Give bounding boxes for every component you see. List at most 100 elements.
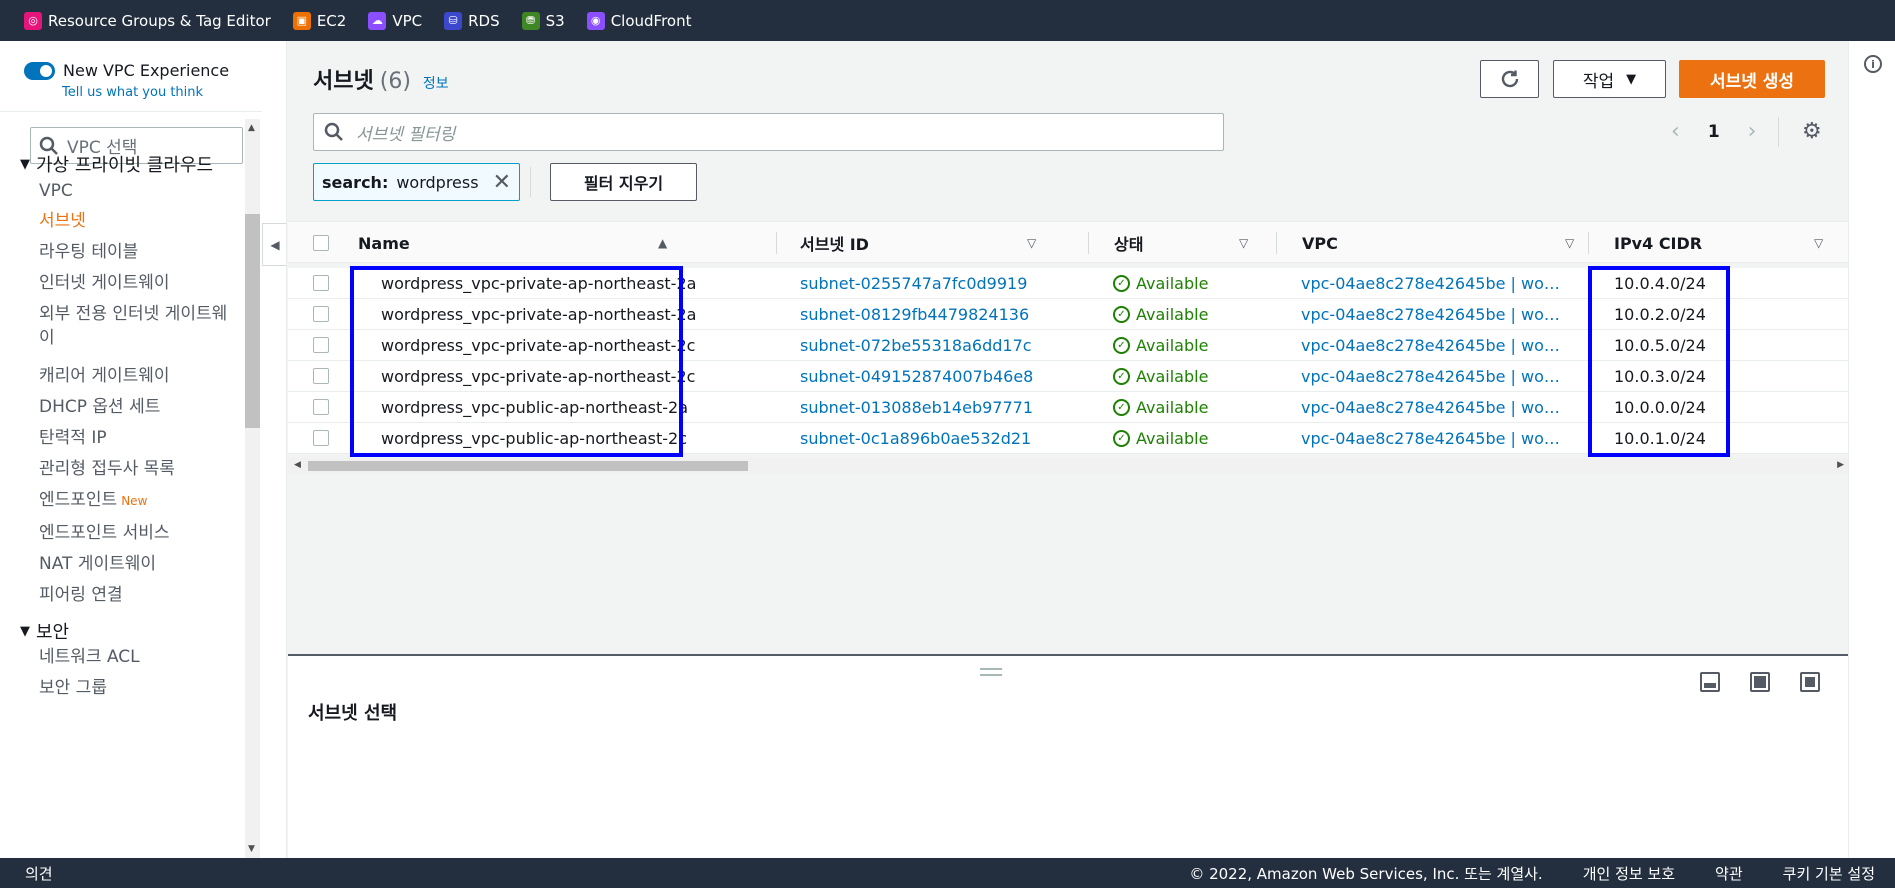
cell-subnet-id-link[interactable]: subnet-0c1a896b0ae532d21 bbox=[800, 423, 1031, 454]
row-checkbox[interactable] bbox=[313, 337, 329, 353]
clear-filters-button[interactable]: 필터 지우기 bbox=[550, 163, 697, 201]
check-circle-icon: ✓ bbox=[1113, 337, 1130, 354]
favorite-resource-groups[interactable]: ◎ Resource Groups & Tag Editor bbox=[24, 11, 271, 30]
create-subnet-button[interactable]: 서브넷 생성 bbox=[1679, 60, 1825, 98]
scrollbar-thumb[interactable] bbox=[245, 214, 260, 428]
info-icon[interactable]: i bbox=[1864, 55, 1882, 73]
row-checkbox[interactable] bbox=[313, 306, 329, 322]
cell-vpc-link[interactable]: vpc-04ae8c278e42645be | wo… bbox=[1301, 299, 1573, 330]
sidebar-item-elastic-ip[interactable]: 탄력적 IP bbox=[39, 426, 239, 450]
cell-status: ✓ Available bbox=[1113, 361, 1208, 392]
filter-token: search: wordpress ✕ bbox=[313, 163, 521, 201]
favorite-rds[interactable]: ⛁ RDS bbox=[444, 11, 500, 30]
table-horizontal-scrollbar[interactable]: ◀ ▶ bbox=[288, 458, 1848, 474]
caret-down-icon: ▼ bbox=[20, 623, 30, 639]
cell-subnet-id-link[interactable]: subnet-049152874007b46e8 bbox=[800, 361, 1033, 392]
sidebar-item-endpoints[interactable]: 엔드포인트 New bbox=[39, 488, 239, 513]
new-vpc-experience-toggle[interactable] bbox=[24, 61, 55, 80]
feedback-link[interactable]: 의견 bbox=[25, 863, 53, 884]
cell-subnet-id-link[interactable]: subnet-0255747a7fc0d9919 bbox=[800, 268, 1027, 299]
cell-vpc-link[interactable]: vpc-04ae8c278e42645be | wo… bbox=[1301, 392, 1573, 423]
cell-subnet-id-link[interactable]: subnet-072be55318a6dd17c bbox=[800, 330, 1032, 361]
section-security-header[interactable]: ▼ 보안 bbox=[20, 618, 69, 644]
scroll-up-icon[interactable]: ▲ bbox=[248, 123, 255, 133]
collapse-sidebar-button[interactable]: ◀ bbox=[262, 223, 286, 266]
column-label: VPC bbox=[1302, 233, 1338, 253]
select-all-checkbox[interactable] bbox=[313, 235, 329, 251]
favorite-label: Resource Groups & Tag Editor bbox=[48, 11, 271, 30]
sidebar-item-route-tables[interactable]: 라우팅 테이블 bbox=[39, 240, 239, 264]
cell-vpc-link[interactable]: vpc-04ae8c278e42645be | wo… bbox=[1301, 330, 1573, 361]
feedback-link[interactable]: Tell us what you think bbox=[62, 85, 203, 100]
column-header-subnet-id[interactable]: 서브넷 ID ▽ bbox=[800, 222, 1080, 264]
resize-handle[interactable] bbox=[980, 668, 1002, 676]
terms-link[interactable]: 약관 bbox=[1715, 863, 1743, 884]
sidebar-item-dhcp-options[interactable]: DHCP 옵션 세트 bbox=[39, 395, 239, 419]
scrollbar-thumb[interactable] bbox=[308, 461, 748, 471]
title-text: 서브넷 bbox=[313, 69, 374, 94]
caret-left-icon: ◀ bbox=[270, 237, 280, 252]
column-header-ipv4-cidr[interactable]: IPv4 CIDR ▽ bbox=[1614, 222, 1844, 264]
scroll-down-icon[interactable]: ▼ bbox=[248, 844, 255, 854]
cell-status: ✓ Available bbox=[1113, 268, 1208, 299]
cell-vpc-link[interactable]: vpc-04ae8c278e42645be | wo… bbox=[1301, 268, 1573, 299]
refresh-button[interactable] bbox=[1480, 60, 1539, 98]
sidebar-item-security-groups[interactable]: 보안 그룹 bbox=[39, 676, 239, 700]
current-page[interactable]: 1 bbox=[1708, 122, 1720, 142]
cell-vpc-link[interactable]: vpc-04ae8c278e42645be | wo… bbox=[1301, 361, 1573, 392]
sidebar-item-prefix-lists[interactable]: 관리형 접두사 목록 bbox=[39, 457, 239, 481]
sidebar-item-network-acl[interactable]: 네트워크 ACL bbox=[39, 645, 239, 669]
full-panel-layout-icon[interactable] bbox=[1800, 672, 1820, 692]
favorite-ec2[interactable]: ▣ EC2 bbox=[292, 11, 346, 30]
toggle-label: New VPC Experience bbox=[63, 61, 230, 80]
info-link[interactable]: 정보 bbox=[423, 73, 449, 93]
bottom-panel-layout-icon[interactable] bbox=[1700, 672, 1720, 692]
sidebar: New VPC Experience Tell us what you thin… bbox=[0, 41, 287, 858]
sidebar-item-nat-gateways[interactable]: NAT 게이트웨이 bbox=[39, 552, 239, 576]
actions-dropdown[interactable]: 작업 ▼ bbox=[1553, 60, 1666, 98]
column-header-vpc[interactable]: VPC ▽ bbox=[1302, 222, 1602, 264]
check-circle-icon: ✓ bbox=[1113, 430, 1130, 447]
side-panel-layout-icon[interactable] bbox=[1750, 672, 1770, 692]
sidebar-scrollbar[interactable]: ▲ ▼ bbox=[245, 119, 260, 858]
cell-status: ✓ Available bbox=[1113, 392, 1208, 423]
privacy-link[interactable]: 개인 정보 보호 bbox=[1583, 863, 1675, 884]
previous-page-icon[interactable]: ‹ bbox=[1671, 119, 1680, 144]
cell-vpc-link[interactable]: vpc-04ae8c278e42645be | wo… bbox=[1301, 423, 1573, 454]
cell-subnet-id-link[interactable]: subnet-013088eb14eb97771 bbox=[800, 392, 1033, 423]
column-header-status[interactable]: 상태 ▽ bbox=[1114, 222, 1274, 264]
filter-placeholder: 서브넷 필터링 bbox=[356, 124, 456, 145]
divider bbox=[530, 167, 531, 197]
sidebar-item-carrier-gateways[interactable]: 캐리어 게이트웨이 bbox=[39, 364, 239, 388]
favorite-vpc[interactable]: ☁ VPC bbox=[368, 11, 422, 30]
subnet-filter-input[interactable]: 서브넷 필터링 bbox=[313, 113, 1224, 151]
scroll-right-icon[interactable]: ▶ bbox=[1837, 460, 1844, 470]
sidebar-item-vpc[interactable]: VPC bbox=[39, 179, 239, 203]
row-checkbox[interactable] bbox=[313, 430, 329, 446]
section-vpc-header[interactable]: ▼ 가상 프라이빗 클라우드 bbox=[20, 151, 213, 177]
copyright-text: © 2022, Amazon Web Services, Inc. 또는 계열사… bbox=[1189, 864, 1543, 883]
section-label: 가상 프라이빗 클라우드 bbox=[36, 155, 214, 176]
check-circle-icon: ✓ bbox=[1113, 399, 1130, 416]
row-checkbox[interactable] bbox=[313, 368, 329, 384]
column-header-name[interactable]: Name ▲ bbox=[358, 222, 668, 264]
next-page-icon[interactable]: › bbox=[1748, 119, 1757, 144]
favorite-s3[interactable]: ⛃ S3 bbox=[521, 11, 565, 30]
sidebar-item-endpoint-services[interactable]: 엔드포인트 서비스 bbox=[39, 521, 239, 545]
sidebar-item-internet-gateways[interactable]: 인터넷 게이트웨이 bbox=[39, 271, 239, 295]
cell-subnet-id-link[interactable]: subnet-08129fb4479824136 bbox=[800, 299, 1029, 330]
cookie-preferences-link[interactable]: 쿠키 기본 설정 bbox=[1783, 863, 1875, 884]
row-checkbox[interactable] bbox=[313, 275, 329, 291]
remove-token-close-icon[interactable]: ✕ bbox=[493, 170, 511, 195]
preferences-gear-icon[interactable]: ⚙ bbox=[1802, 119, 1822, 144]
sort-icon: ▽ bbox=[1565, 236, 1575, 250]
sidebar-item-peering[interactable]: 피어링 연결 bbox=[39, 583, 239, 607]
status-text: Available bbox=[1136, 336, 1209, 355]
sidebar-item-subnets[interactable]: 서브넷 bbox=[39, 209, 239, 233]
divider bbox=[1778, 117, 1779, 147]
scroll-left-icon[interactable]: ◀ bbox=[294, 460, 301, 470]
sidebar-item-egress-only-gateways[interactable]: 외부 전용 인터넷 게이트웨이 bbox=[39, 302, 239, 350]
favorite-cloudfront[interactable]: ◉ CloudFront bbox=[586, 11, 691, 30]
row-checkbox[interactable] bbox=[313, 399, 329, 415]
sort-icon: ▽ bbox=[1814, 236, 1824, 250]
